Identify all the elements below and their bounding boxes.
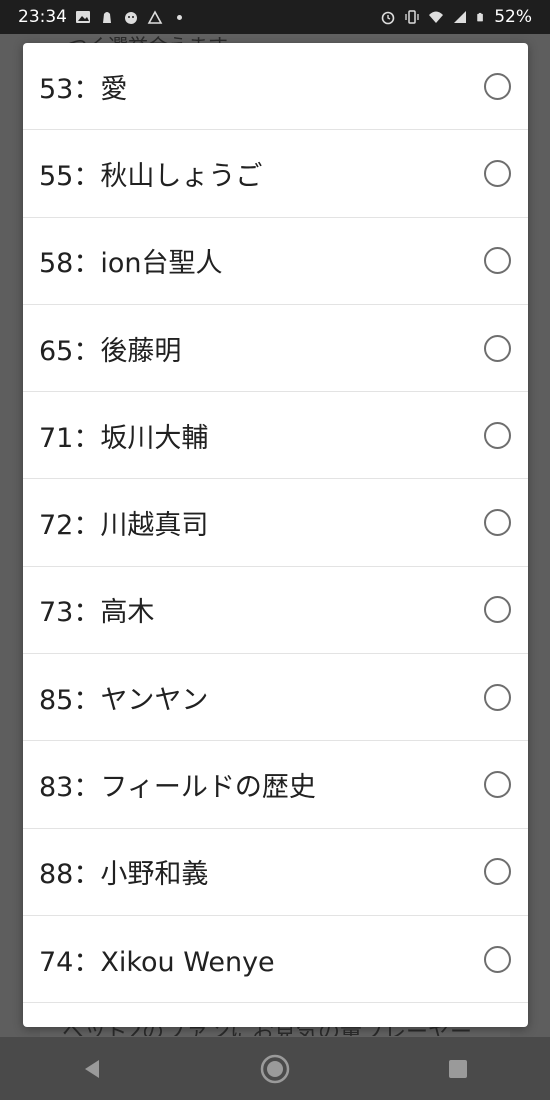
wifi-icon bbox=[429, 11, 444, 23]
radio-button[interactable] bbox=[484, 159, 511, 187]
option-row[interactable]: 53：愛 bbox=[23, 43, 528, 131]
alarm-icon bbox=[381, 11, 395, 25]
back-button[interactable] bbox=[72, 1049, 112, 1089]
app-notification-icon-2 bbox=[125, 12, 137, 24]
option-label: 73：高木 bbox=[39, 597, 155, 629]
option-label: 74：Xikou Wenye bbox=[39, 946, 275, 978]
option-row[interactable]: 73：高木 bbox=[23, 567, 528, 655]
option-row[interactable]: 74：Xikou Wenye bbox=[23, 916, 528, 1004]
battery-percent: 52% bbox=[494, 7, 532, 27]
vibrate-icon bbox=[405, 10, 419, 24]
option-label: 88：小野和義 bbox=[39, 859, 209, 891]
recents-square-icon bbox=[449, 1059, 468, 1078]
option-row[interactable]: 55：秋山しょうご bbox=[23, 130, 528, 218]
radio-button[interactable] bbox=[484, 72, 511, 100]
option-label: 83：フィールドの歴史 bbox=[39, 772, 316, 804]
option-row[interactable]: 72：川越真司 bbox=[23, 479, 528, 567]
radio-button[interactable] bbox=[484, 247, 511, 275]
radio-button[interactable] bbox=[484, 683, 511, 711]
radio-button[interactable] bbox=[484, 421, 511, 449]
radio-button[interactable] bbox=[484, 945, 511, 973]
radio-button[interactable] bbox=[484, 596, 511, 624]
status-right: 52% bbox=[380, 7, 532, 27]
navigation-bar bbox=[0, 1037, 550, 1100]
option-label: 65：後藤明 bbox=[39, 335, 182, 367]
signal-icon bbox=[454, 11, 467, 23]
option-label: 85：ヤンヤン bbox=[39, 684, 209, 716]
status-time: 23:34 bbox=[18, 7, 67, 27]
radio-button[interactable] bbox=[484, 858, 511, 886]
back-triangle-icon bbox=[84, 1059, 99, 1078]
option-label: 58：ion台聖人 bbox=[39, 248, 223, 280]
recents-button[interactable] bbox=[438, 1049, 478, 1089]
option-label: 53：愛 bbox=[39, 73, 128, 105]
option-row[interactable]: 83：フィールドの歴史 bbox=[23, 741, 528, 829]
app-notification-icon-3 bbox=[147, 10, 163, 24]
radio-button[interactable] bbox=[484, 334, 511, 362]
option-label: 55：秋山しょうご bbox=[39, 160, 263, 192]
background-top-text: つく選挙会えます。 bbox=[68, 30, 448, 44]
battery-icon bbox=[477, 12, 484, 22]
option-row[interactable]: 85：ヤンヤン bbox=[23, 654, 528, 742]
status-bar: 23:34 52% bbox=[0, 0, 550, 34]
option-label: 71：坂川大輔 bbox=[39, 422, 209, 454]
option-row[interactable]: 58：ion台聖人 bbox=[23, 218, 528, 305]
radio-button[interactable] bbox=[484, 509, 511, 537]
option-label: 72：川越真司 bbox=[39, 510, 209, 542]
app-notification-icon bbox=[103, 12, 111, 23]
image-notification-icon bbox=[76, 11, 90, 23]
option-row[interactable]: 71：坂川大輔 bbox=[23, 392, 528, 480]
selection-dialog: 53：愛 55：秋山しょうご 58：ion台聖人 65：後藤明 71：坂川大輔 … bbox=[23, 43, 528, 1027]
option-row[interactable]: 88：小野和義 bbox=[23, 829, 528, 916]
home-circle-icon bbox=[260, 1054, 290, 1083]
radio-button[interactable] bbox=[484, 771, 511, 799]
more-notifications-dot-icon bbox=[177, 14, 182, 20]
home-button[interactable] bbox=[255, 1049, 295, 1089]
status-left: 23:34 bbox=[18, 7, 182, 27]
option-row[interactable]: 65：後藤明 bbox=[23, 305, 528, 393]
